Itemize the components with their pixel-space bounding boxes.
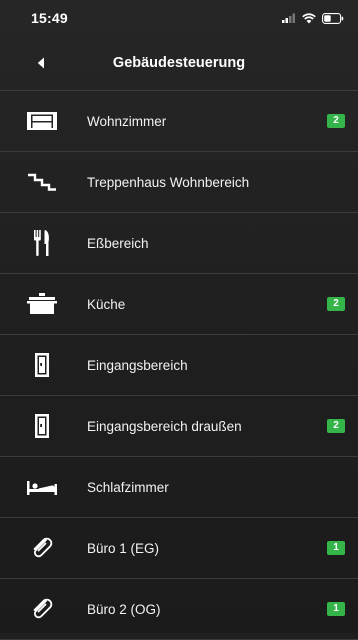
- room-label: Eingangsbereich draußen: [87, 418, 242, 434]
- paperclip-icon: [33, 537, 53, 558]
- room-row-schlafzimmer[interactable]: Schlafzimmer: [0, 456, 358, 517]
- paperclip-icon: [33, 598, 53, 619]
- door-icon: [35, 353, 49, 377]
- wifi-icon: [302, 12, 316, 23]
- room-label: Küche: [87, 296, 126, 312]
- room-label: Eingangsbereich: [87, 357, 188, 373]
- count-badge: 1: [327, 602, 345, 616]
- room-list: Wohnzimmer 2 Treppenhaus Wohnbereich Eßb…: [0, 90, 358, 640]
- stairs-icon: [28, 173, 56, 191]
- back-button[interactable]: [24, 51, 58, 75]
- status-icons: [282, 12, 344, 24]
- room-label: Wohnzimmer: [87, 113, 167, 129]
- signal-icon: [282, 13, 295, 23]
- sofa-icon: [27, 112, 57, 130]
- room-row-buero-2[interactable]: Büro 2 (OG) 1: [0, 578, 358, 640]
- room-row-wohnzimmer[interactable]: Wohnzimmer 2: [0, 90, 358, 151]
- page-title: Gebäudesteuerung: [112, 55, 246, 71]
- battery-icon: [322, 12, 344, 24]
- bed-icon: [27, 481, 57, 495]
- status-bar: 15:49: [0, 0, 358, 36]
- room-label: Büro 1 (EG): [87, 540, 160, 556]
- back-arrow-icon: [37, 57, 44, 69]
- status-time: 15:49: [31, 10, 68, 26]
- door-icon: [35, 414, 49, 438]
- room-label: Treppenhaus Wohnbereich: [87, 174, 250, 190]
- room-label: Eßbereich: [87, 235, 149, 251]
- cooking-pot-icon: [27, 293, 57, 314]
- count-badge: 2: [327, 297, 345, 311]
- count-badge: 2: [327, 419, 345, 433]
- count-badge: 1: [327, 541, 345, 555]
- room-label: Büro 2 (OG): [87, 601, 161, 617]
- screen: 15:49 Gebäudesteuerung Wohnzimmer 2 Trep…: [0, 0, 358, 640]
- room-row-eingangsbereich[interactable]: Eingangsbereich: [0, 334, 358, 395]
- room-row-kueche[interactable]: Küche 2: [0, 273, 358, 334]
- room-row-buero-1[interactable]: Büro 1 (EG) 1: [0, 517, 358, 578]
- room-row-eingangsbereich-draussen[interactable]: Eingangsbereich draußen 2: [0, 395, 358, 456]
- cutlery-icon: [34, 230, 49, 256]
- room-label: Schlafzimmer: [87, 479, 169, 495]
- room-row-essbereich[interactable]: Eßbereich: [0, 212, 358, 273]
- nav-bar: Gebäudesteuerung: [0, 36, 358, 90]
- room-row-treppenhaus-wohnbereich[interactable]: Treppenhaus Wohnbereich: [0, 151, 358, 212]
- count-badge: 2: [327, 114, 345, 128]
